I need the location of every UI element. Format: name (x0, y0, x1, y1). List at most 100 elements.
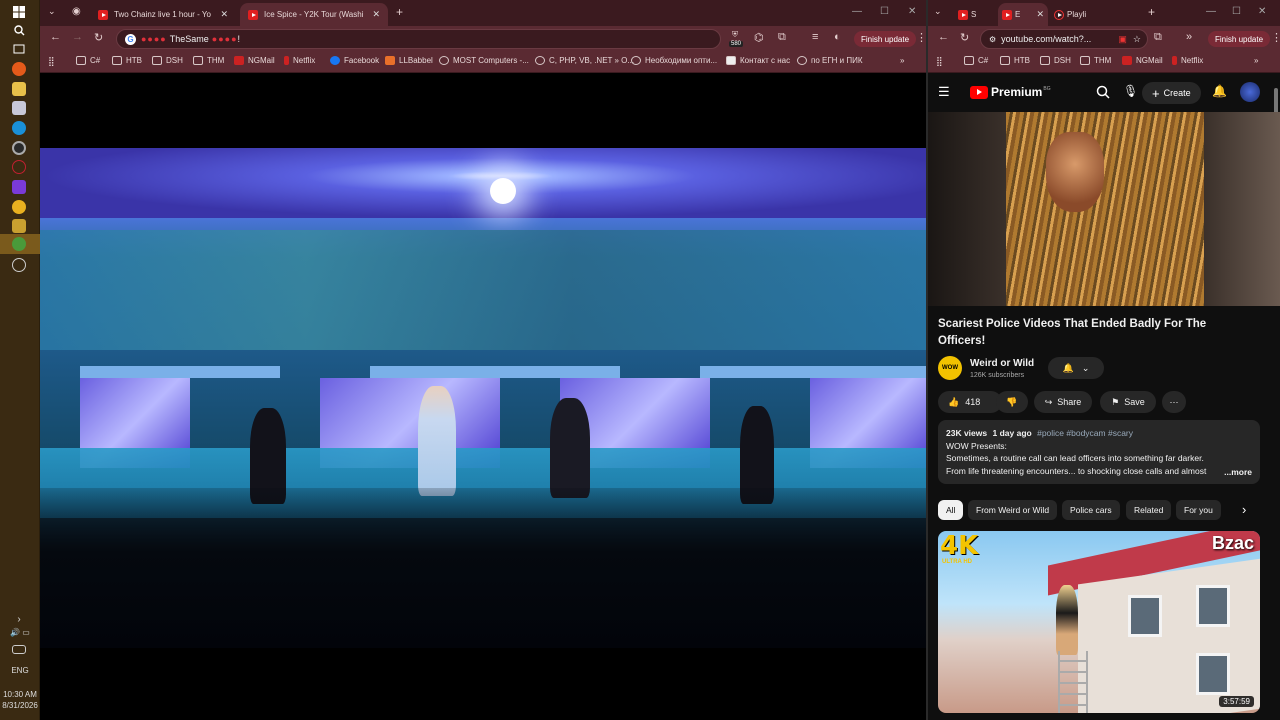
bookmark-csharp[interactable]: C# (76, 56, 100, 65)
save-button[interactable]: ⚑ Save (1100, 391, 1156, 413)
more-bookmarks-chevron-icon[interactable]: » (900, 56, 904, 65)
bookmark-dsh[interactable]: DSH (1040, 56, 1071, 65)
bookmark-csharp[interactable]: C# (964, 56, 988, 65)
youtube-premium-logo[interactable]: Premium BG (970, 85, 1051, 99)
omnibox[interactable]: ⚙ youtube.com/watch?... ▣ ☆ (980, 29, 1148, 49)
tab-s[interactable]: S (954, 3, 996, 26)
bookmark-htb[interactable]: HTB (112, 56, 142, 65)
onenote-icon[interactable] (12, 180, 26, 194)
show-more-link[interactable]: ...more (1221, 465, 1252, 478)
maximize-icon[interactable]: ☐ (880, 6, 889, 17)
create-button[interactable]: + Create (1142, 82, 1201, 104)
chrome-canary-icon[interactable] (12, 200, 26, 214)
dislike-button[interactable]: 👎 (996, 391, 1028, 413)
notifications-bell-icon[interactable]: 🔔 (1212, 84, 1227, 98)
finish-update-button[interactable]: Finish update (1208, 31, 1271, 47)
tab-search-chevron-icon[interactable]: ⌄ (934, 6, 942, 17)
chip-related[interactable]: Related (1126, 500, 1172, 520)
like-count[interactable]: 418 (965, 397, 980, 407)
more-bookmarks-chevron-icon[interactable]: » (1254, 56, 1258, 65)
firefox-icon[interactable] (12, 62, 26, 76)
extension-shield-icon[interactable]: ⛨ (732, 30, 738, 40)
menu-kebab-icon[interactable]: ⋮ (1271, 31, 1280, 44)
tab-e[interactable]: E ✕ (998, 3, 1048, 26)
bookmark-htb[interactable]: HTB (1000, 56, 1030, 65)
app-yellow-icon[interactable] (12, 219, 26, 233)
bookmark-kontakt[interactable]: Контакт с нас (726, 56, 790, 65)
hashtags[interactable]: #police #bodycam #scary (1037, 428, 1133, 438)
chip-all[interactable]: All (938, 500, 964, 520)
tab-search-chevron-icon[interactable]: ⌄ (48, 6, 56, 17)
recommended-video-thumbnail[interactable]: 4K ULTRA HD Bzac 3:57:59 (938, 531, 1260, 713)
chrome-icon[interactable] (12, 237, 26, 251)
bookmark-thm[interactable]: THM (1080, 56, 1111, 65)
bookmark-ngmail[interactable]: NGMail (1122, 56, 1163, 65)
bookmark-netflix[interactable]: Netflix (284, 56, 315, 65)
site-info-icon[interactable]: ⚙ (989, 35, 996, 44)
settings-gear-icon[interactable] (12, 258, 26, 272)
forward-arrow-icon[interactable]: → (72, 31, 83, 43)
opera-icon[interactable] (12, 160, 26, 174)
hamburger-menu-icon[interactable]: ☰ (938, 84, 950, 100)
maximize-icon[interactable]: ☐ (1232, 6, 1241, 17)
bookmark-neobhodimi[interactable]: Необходими опти... (631, 56, 717, 65)
app-icon[interactable] (12, 101, 26, 115)
chevron-right-icon[interactable]: › (12, 612, 26, 626)
cast-icon[interactable]: ▣ (1118, 34, 1127, 45)
close-tab-icon[interactable]: ✕ (214, 9, 228, 20)
minimize-icon[interactable]: — (1206, 6, 1216, 17)
apps-grid-icon[interactable]: ⣿ (48, 56, 55, 67)
account-avatar[interactable] (1240, 82, 1260, 102)
subscribed-bell-button[interactable]: 🔔 ⌄ (1048, 357, 1104, 379)
language-indicator[interactable]: ENG (0, 665, 40, 676)
profile-avatar-icon[interactable]: ◐ (834, 31, 841, 43)
volume-network-icons[interactable]: 🔊 ▭ (0, 627, 40, 638)
search-icon[interactable] (12, 23, 26, 37)
clock-time[interactable]: 10:30 AM (0, 689, 40, 700)
new-tab-plus-icon[interactable]: + (1148, 5, 1155, 19)
back-arrow-icon[interactable]: ← (938, 31, 949, 43)
like-thumb-icon[interactable]: 👍 (948, 397, 959, 408)
bookmark-most-computers[interactable]: MOST Computers -... (439, 56, 529, 65)
tab-two-chainz[interactable]: Two Chainz live 1 hour - Yo ✕ (90, 3, 236, 26)
bookmark-star-icon[interactable]: ☆ (1133, 34, 1141, 45)
bookmark-facebook[interactable]: Facebook (330, 56, 379, 65)
close-tab-icon[interactable]: ✕ (366, 9, 380, 20)
reload-icon[interactable]: ↻ (960, 31, 969, 44)
incognito-icon[interactable]: ⌬ (754, 31, 764, 44)
video-player[interactable] (928, 112, 1280, 306)
more-chevron-icon[interactable]: » (1186, 31, 1192, 43)
close-window-icon[interactable]: ✕ (1258, 6, 1266, 17)
bookmark-thm[interactable]: THM (193, 56, 224, 65)
channel-avatar[interactable]: WOW (938, 356, 962, 380)
file-explorer-icon[interactable] (12, 82, 26, 96)
chip-from-channel[interactable]: From Weird or Wild (968, 500, 1058, 520)
bookmark-c-php[interactable]: C, PHP, VB, .NET » O... (535, 56, 634, 65)
bookmark-netflix[interactable]: Netflix (1172, 56, 1203, 65)
extensions-puzzle-icon[interactable]: ⧉ (1154, 31, 1162, 44)
chips-next-chevron-icon[interactable]: › (1242, 502, 1246, 517)
keyboard-icon[interactable] (12, 645, 26, 654)
more-actions-button[interactable]: ⋯ (1162, 391, 1186, 413)
windows-start-icon[interactable] (12, 5, 26, 19)
video-player[interactable] (40, 148, 926, 648)
bookmark-dsh[interactable]: DSH (152, 56, 183, 65)
reading-list-icon[interactable]: ≡ (812, 31, 818, 43)
tab-ice-spice[interactable]: Ice Spice - Y2K Tour (Washi ✕ (240, 3, 388, 26)
reload-icon[interactable]: ↻ (94, 31, 103, 44)
chip-police-cars[interactable]: Police cars (1062, 500, 1120, 520)
finish-update-button[interactable]: Finish update (854, 31, 917, 47)
edge-icon[interactable] (12, 121, 26, 135)
bookmark-ngmail[interactable]: NGMail (234, 56, 275, 65)
chip-for-you[interactable]: For you (1176, 500, 1221, 520)
minimize-icon[interactable]: — (852, 6, 862, 17)
task-view-icon[interactable] (12, 42, 26, 56)
bookmark-llbabbel[interactable]: LLBabbel (385, 56, 433, 65)
close-window-icon[interactable]: ✕ (908, 6, 916, 17)
new-tab-plus-icon[interactable]: + (396, 5, 403, 19)
bookmark-egn[interactable]: по ЕГН и ПИК (797, 56, 863, 65)
close-tab-icon[interactable]: ✕ (1030, 9, 1044, 20)
back-arrow-icon[interactable]: ← (50, 31, 61, 43)
channel-name[interactable]: Weird or Wild (970, 358, 1034, 369)
search-icon[interactable] (1096, 85, 1110, 99)
